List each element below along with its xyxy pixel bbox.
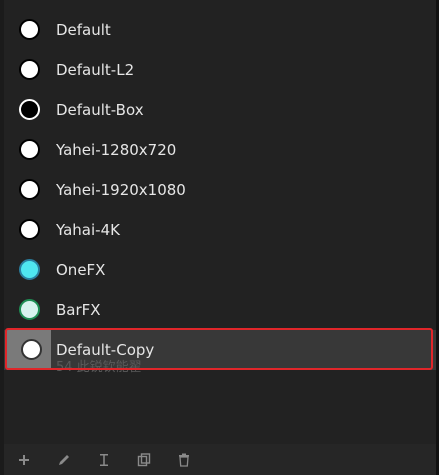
profile-label: Default-L2: [56, 61, 135, 79]
profile-label: Default: [56, 21, 111, 39]
edit-button[interactable]: [44, 444, 84, 475]
list-item[interactable]: Yahai-4K: [4, 210, 436, 250]
color-swatch: [19, 99, 40, 120]
list-item[interactable]: Yahei-1280x720: [4, 130, 436, 170]
color-swatch: [19, 219, 40, 240]
list-item-selected[interactable]: Default-Copy 54 此锐钦能翟: [4, 328, 436, 375]
list-item[interactable]: Default: [4, 10, 436, 50]
profile-label: Default-Box: [56, 101, 144, 119]
profile-label: BarFX: [56, 301, 101, 319]
list-item[interactable]: Default-Box: [4, 90, 436, 130]
profile-label: Yahei-1920x1080: [56, 181, 186, 199]
color-swatch: [19, 179, 40, 200]
color-swatch: [19, 139, 40, 160]
profile-list: Default Default-L2 Default-Box Yahei-128…: [4, 10, 436, 375]
profile-label: Yahai-4K: [56, 221, 120, 239]
list-item[interactable]: BarFX: [4, 290, 436, 330]
color-swatch: [19, 299, 40, 320]
color-swatch: [19, 259, 40, 280]
rename-button[interactable]: [84, 444, 124, 475]
duplicate-button[interactable]: [124, 444, 164, 475]
profile-label: Default-Copy: [56, 341, 155, 359]
delete-button[interactable]: [164, 444, 204, 475]
profile-label: OneFX: [56, 261, 106, 279]
color-swatch: [21, 339, 42, 360]
add-button[interactable]: [4, 444, 44, 475]
color-swatch: [19, 59, 40, 80]
trash-icon: [179, 453, 189, 467]
copy-icon: [137, 452, 151, 466]
plus-icon: [19, 454, 29, 465]
pencil-icon: [59, 454, 69, 465]
drag-ghost-text: 54 此锐钦能翟: [56, 360, 142, 375]
color-swatch: [19, 19, 40, 40]
list-item[interactable]: OneFX: [4, 250, 436, 290]
toolbar: [4, 444, 436, 475]
profile-panel: Default Default-L2 Default-Box Yahei-128…: [4, 0, 436, 475]
profile-label: Yahei-1280x720: [56, 141, 177, 159]
list-item[interactable]: Default-L2: [4, 50, 436, 90]
list-item[interactable]: Yahei-1920x1080: [4, 170, 436, 210]
text-cursor-icon: [100, 453, 108, 466]
